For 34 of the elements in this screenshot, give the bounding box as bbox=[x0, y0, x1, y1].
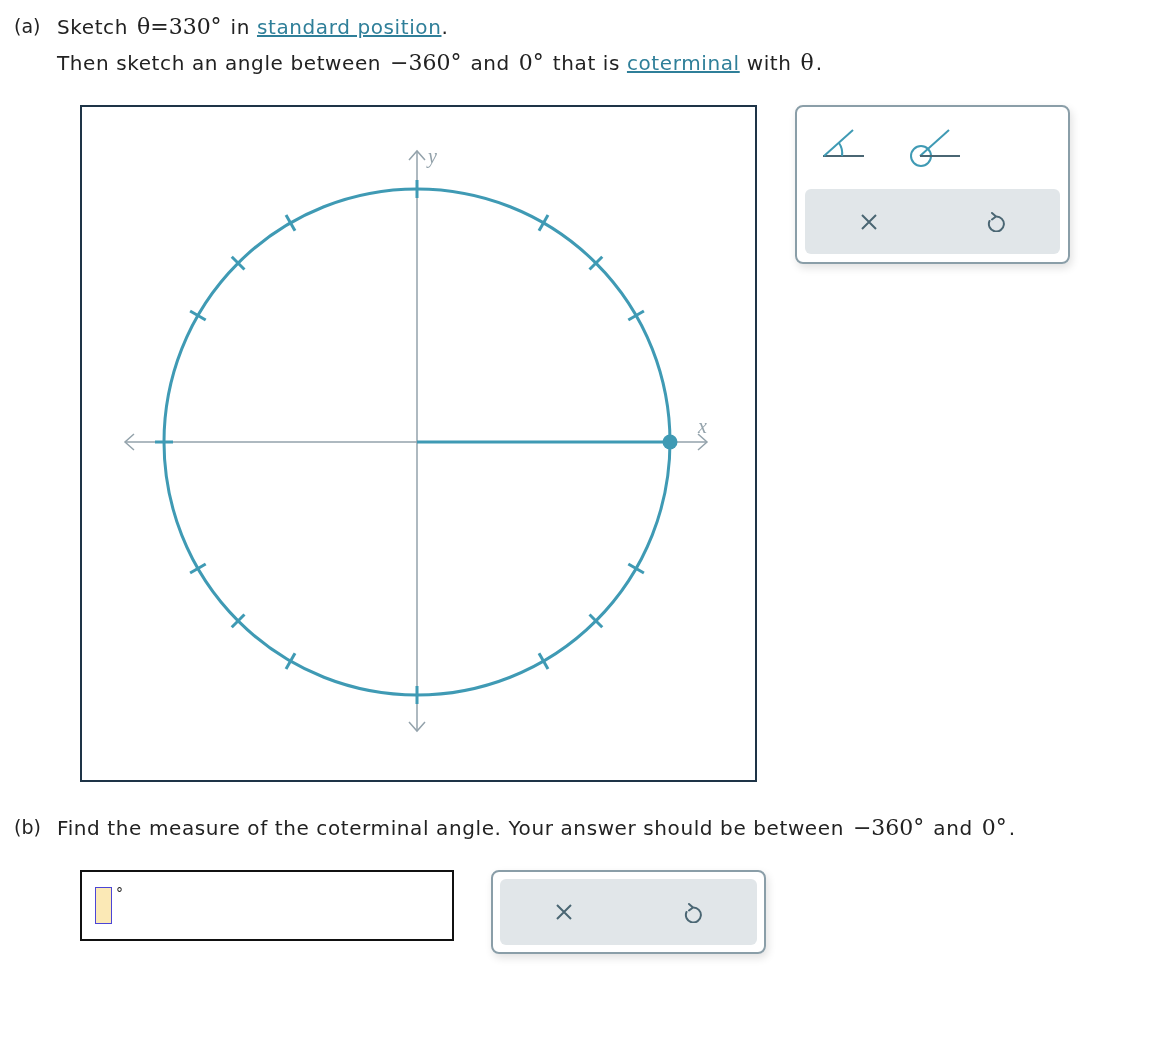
tick-mark bbox=[627, 562, 645, 575]
tick-mark bbox=[588, 613, 604, 629]
angle-icon[interactable] bbox=[823, 129, 865, 158]
graph-panel[interactable]: y x bbox=[80, 105, 757, 782]
glossary-link[interactable]: standard position bbox=[257, 15, 442, 39]
tick-mark bbox=[537, 652, 550, 670]
undo-icon[interactable] bbox=[683, 901, 702, 923]
degree-unit: ° bbox=[116, 886, 124, 900]
ray-point[interactable] bbox=[662, 434, 678, 450]
tick-mark bbox=[189, 562, 207, 575]
part-label: (a) bbox=[14, 14, 42, 39]
close-icon[interactable] bbox=[556, 904, 573, 920]
tick-mark bbox=[284, 214, 297, 232]
tick-mark bbox=[230, 613, 246, 629]
tick-mark bbox=[284, 652, 297, 670]
input-field[interactable] bbox=[95, 887, 112, 924]
tick-mark bbox=[537, 214, 550, 232]
tick-mark bbox=[155, 440, 173, 444]
tick-mark bbox=[415, 180, 419, 198]
tick-mark bbox=[627, 309, 645, 322]
tick-mark bbox=[415, 686, 419, 704]
instruction-text: Find the measure of the coterminal angle. Your answer should be between −360° and 0°. bbox=[57, 814, 1016, 842]
instruction-text: Sketch θ=330° in standard position. bbox=[57, 13, 450, 41]
glossary-link[interactable]: coterminal bbox=[626, 51, 740, 75]
tick-mark bbox=[588, 255, 604, 271]
close-icon[interactable] bbox=[860, 213, 877, 230]
axis-label: x bbox=[698, 415, 708, 437]
part-label: (b) bbox=[14, 815, 42, 840]
tick-mark bbox=[189, 309, 207, 322]
reflex-angle-icon[interactable] bbox=[909, 129, 961, 169]
instruction-text: Then sketch an angle between −360° and 0° that is coterminal with θ. bbox=[57, 49, 823, 77]
axis-label: y bbox=[428, 145, 438, 167]
tick-mark bbox=[230, 255, 246, 271]
undo-icon[interactable] bbox=[987, 211, 1006, 232]
